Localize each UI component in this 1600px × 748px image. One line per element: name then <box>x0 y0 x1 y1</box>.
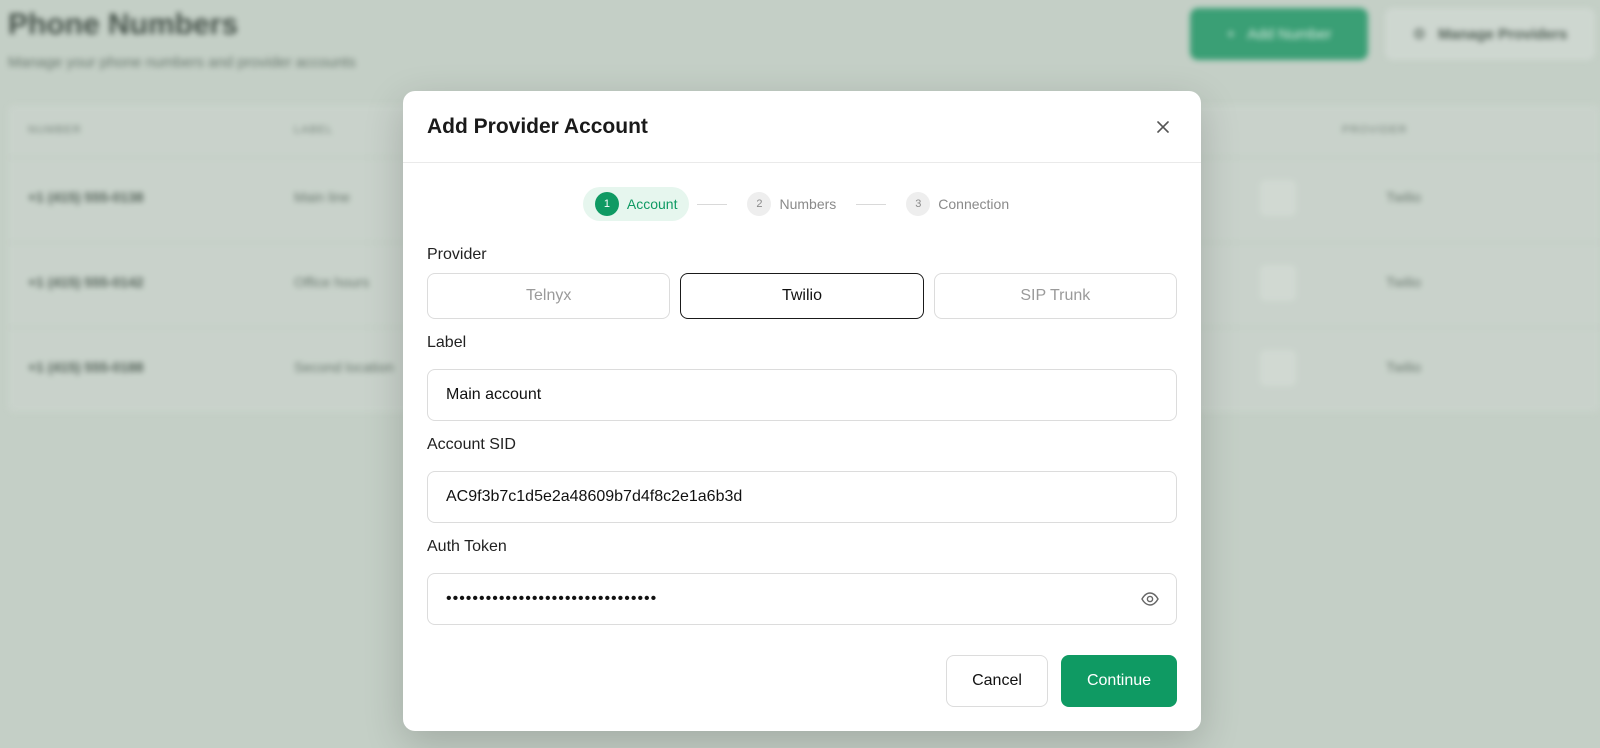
modal-header: Add Provider Account <box>403 91 1201 163</box>
page-subtitle: Manage your phone numbers and provider a… <box>8 54 356 71</box>
step-label: Numbers <box>779 196 837 212</box>
row-select-chip <box>1260 350 1296 386</box>
table-row-number: +1 (415) 555-0188 <box>28 359 144 375</box>
add-number-button: + Add Number <box>1190 8 1368 60</box>
table-row-provider: Twilio <box>1386 274 1422 290</box>
step-number: 1 <box>594 192 619 216</box>
page-title: Phone Numbers <box>8 8 239 41</box>
settings-icon: ⚙ <box>1412 26 1427 43</box>
step-number: 3 <box>906 192 931 216</box>
table-row-number: +1 (415) 555-0142 <box>28 274 144 290</box>
step-number: 2 <box>747 192 772 216</box>
table-header-label: LABEL <box>294 124 334 136</box>
wizard-stepper: 1 Account 2 Numbers 3 Connection <box>403 187 1201 221</box>
table-row-label: Office hours <box>294 274 370 290</box>
provider-label: Provider <box>427 246 487 263</box>
row-select-chip <box>1260 265 1296 301</box>
manage-providers-button: ⚙ Manage Providers <box>1385 8 1595 60</box>
row-select-chip <box>1260 180 1296 216</box>
step-label: Connection <box>938 196 1010 212</box>
table-row-label: Main line <box>294 189 351 205</box>
account-sid-label: Account SID <box>427 436 516 453</box>
step-connector <box>697 203 728 205</box>
step-label: Account <box>626 196 678 212</box>
provider-option-sip-trunk[interactable]: SIP Trunk <box>933 273 1177 319</box>
continue-button[interactable]: Continue <box>1061 655 1177 707</box>
table-row-label: Second location <box>294 359 394 375</box>
table-row-provider: Twilio <box>1386 359 1422 375</box>
provider-option-twilio[interactable]: Twilio <box>680 273 924 319</box>
modal-title: Add Provider Account <box>427 115 648 138</box>
toggle-visibility-button[interactable] <box>1136 585 1164 613</box>
label-input[interactable] <box>427 369 1177 421</box>
provider-option-telnyx[interactable]: Telnyx <box>427 273 671 319</box>
plus-icon: + <box>1226 25 1236 43</box>
table-row-provider: Twilio <box>1386 189 1422 205</box>
step-account: 1 Account <box>582 187 690 221</box>
account-sid-input[interactable] <box>427 471 1177 523</box>
close-icon <box>1157 121 1169 133</box>
table-header-provider: PROVIDER <box>1342 124 1408 136</box>
table-row-number: +1 (415) 555-0138 <box>28 189 144 205</box>
provider-selector: Telnyx Twilio SIP Trunk <box>427 273 1177 319</box>
auth-token-input[interactable] <box>427 573 1177 625</box>
step-numbers: 2 Numbers <box>735 187 848 221</box>
step-connection: 3 Connection <box>894 187 1021 221</box>
step-connector <box>856 203 887 205</box>
auth-token-label: Auth Token <box>427 538 507 555</box>
label-field-label: Label <box>427 334 467 351</box>
close-button[interactable] <box>1149 113 1177 141</box>
add-provider-modal: Add Provider Account 1 Account 2 Numbers… <box>403 91 1201 731</box>
cancel-button[interactable]: Cancel <box>946 655 1048 707</box>
eye-icon <box>1141 592 1159 606</box>
table-header-number: NUMBER <box>28 124 82 136</box>
